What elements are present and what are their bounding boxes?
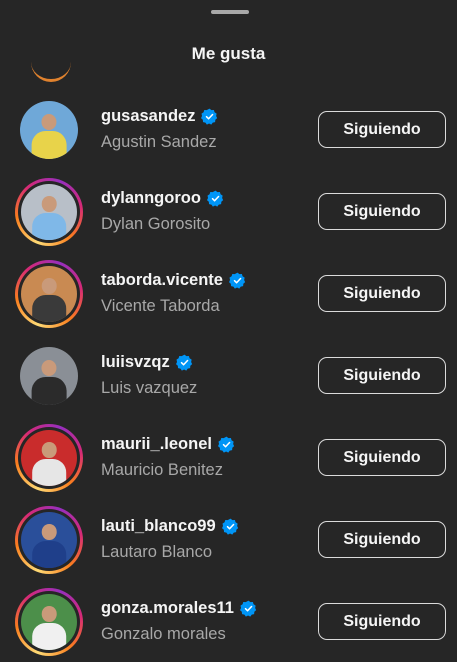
full-name: Agustin Sandez bbox=[101, 133, 217, 151]
profile-photo bbox=[21, 184, 77, 240]
avatar[interactable] bbox=[15, 424, 83, 492]
username[interactable]: taborda.vicente bbox=[101, 271, 223, 290]
full-name: Gonzalo morales bbox=[101, 625, 226, 643]
avatar[interactable] bbox=[15, 96, 83, 164]
user-row[interactable]: luiisvzqz Luis vazquez Siguiendo bbox=[0, 334, 457, 416]
verified-badge-icon bbox=[228, 272, 246, 289]
verified-badge-icon bbox=[221, 518, 238, 535]
profile-photo bbox=[21, 430, 77, 486]
full-name: Lautaro Blanco bbox=[101, 543, 212, 561]
user-row[interactable]: gusasandez Agustin Sandez Siguiendo bbox=[0, 88, 457, 170]
verified-badge-icon bbox=[175, 354, 192, 371]
drag-handle[interactable] bbox=[211, 10, 249, 14]
profile-photo bbox=[20, 101, 78, 159]
avatar[interactable] bbox=[15, 260, 83, 328]
username[interactable]: dylanngoroo bbox=[101, 189, 201, 208]
user-row[interactable]: dylanngoroo Dylan Gorosito Siguiendo bbox=[0, 170, 457, 252]
following-button[interactable]: Siguiendo bbox=[318, 521, 446, 558]
full-name: Luis vazquez bbox=[101, 379, 198, 397]
username[interactable]: lauti_blanco99 bbox=[101, 517, 216, 536]
likes-list: gusasandez Agustin Sandez Siguiendo dyla… bbox=[0, 88, 457, 662]
username[interactable]: maurii_.leonel bbox=[101, 435, 212, 454]
avatar[interactable] bbox=[15, 506, 83, 574]
full-name: Vicente Taborda bbox=[101, 297, 220, 315]
verified-badge-icon bbox=[206, 190, 224, 207]
profile-photo bbox=[20, 347, 78, 405]
user-row[interactable]: maurii_.leonel Mauricio Benitez Siguiend… bbox=[0, 416, 457, 498]
profile-photo bbox=[21, 512, 77, 568]
following-button[interactable]: Siguiendo bbox=[318, 275, 446, 312]
username[interactable]: luiisvzqz bbox=[101, 353, 170, 372]
verified-badge-icon bbox=[217, 436, 235, 453]
user-row[interactable]: gonza.morales11 Gonzalo morales Siguiend… bbox=[0, 580, 457, 662]
following-button[interactable]: Siguiendo bbox=[318, 603, 446, 640]
username[interactable]: gonza.morales11 bbox=[101, 599, 234, 618]
full-name: Mauricio Benitez bbox=[101, 461, 223, 479]
avatar[interactable] bbox=[15, 178, 83, 246]
verified-badge-icon bbox=[239, 600, 257, 617]
verified-badge-icon bbox=[201, 108, 218, 125]
following-button[interactable]: Siguiendo bbox=[318, 111, 446, 148]
user-row[interactable]: lauti_blanco99 Lautaro Blanco Siguiendo bbox=[0, 498, 457, 580]
user-row[interactable]: taborda.vicente Vicente Taborda Siguiend… bbox=[0, 252, 457, 334]
profile-photo bbox=[21, 594, 77, 650]
profile-photo bbox=[21, 266, 77, 322]
following-button[interactable]: Siguiendo bbox=[318, 357, 446, 394]
avatar[interactable] bbox=[15, 588, 83, 656]
username[interactable]: gusasandez bbox=[101, 107, 195, 126]
following-button[interactable]: Siguiendo bbox=[318, 193, 446, 230]
partial-avatar-ring bbox=[31, 58, 71, 82]
full-name: Dylan Gorosito bbox=[101, 215, 211, 233]
following-button[interactable]: Siguiendo bbox=[318, 439, 446, 476]
likes-sheet: Me gusta gusasandez Agustin Sandez Sigui… bbox=[0, 0, 457, 656]
avatar[interactable] bbox=[15, 342, 83, 410]
